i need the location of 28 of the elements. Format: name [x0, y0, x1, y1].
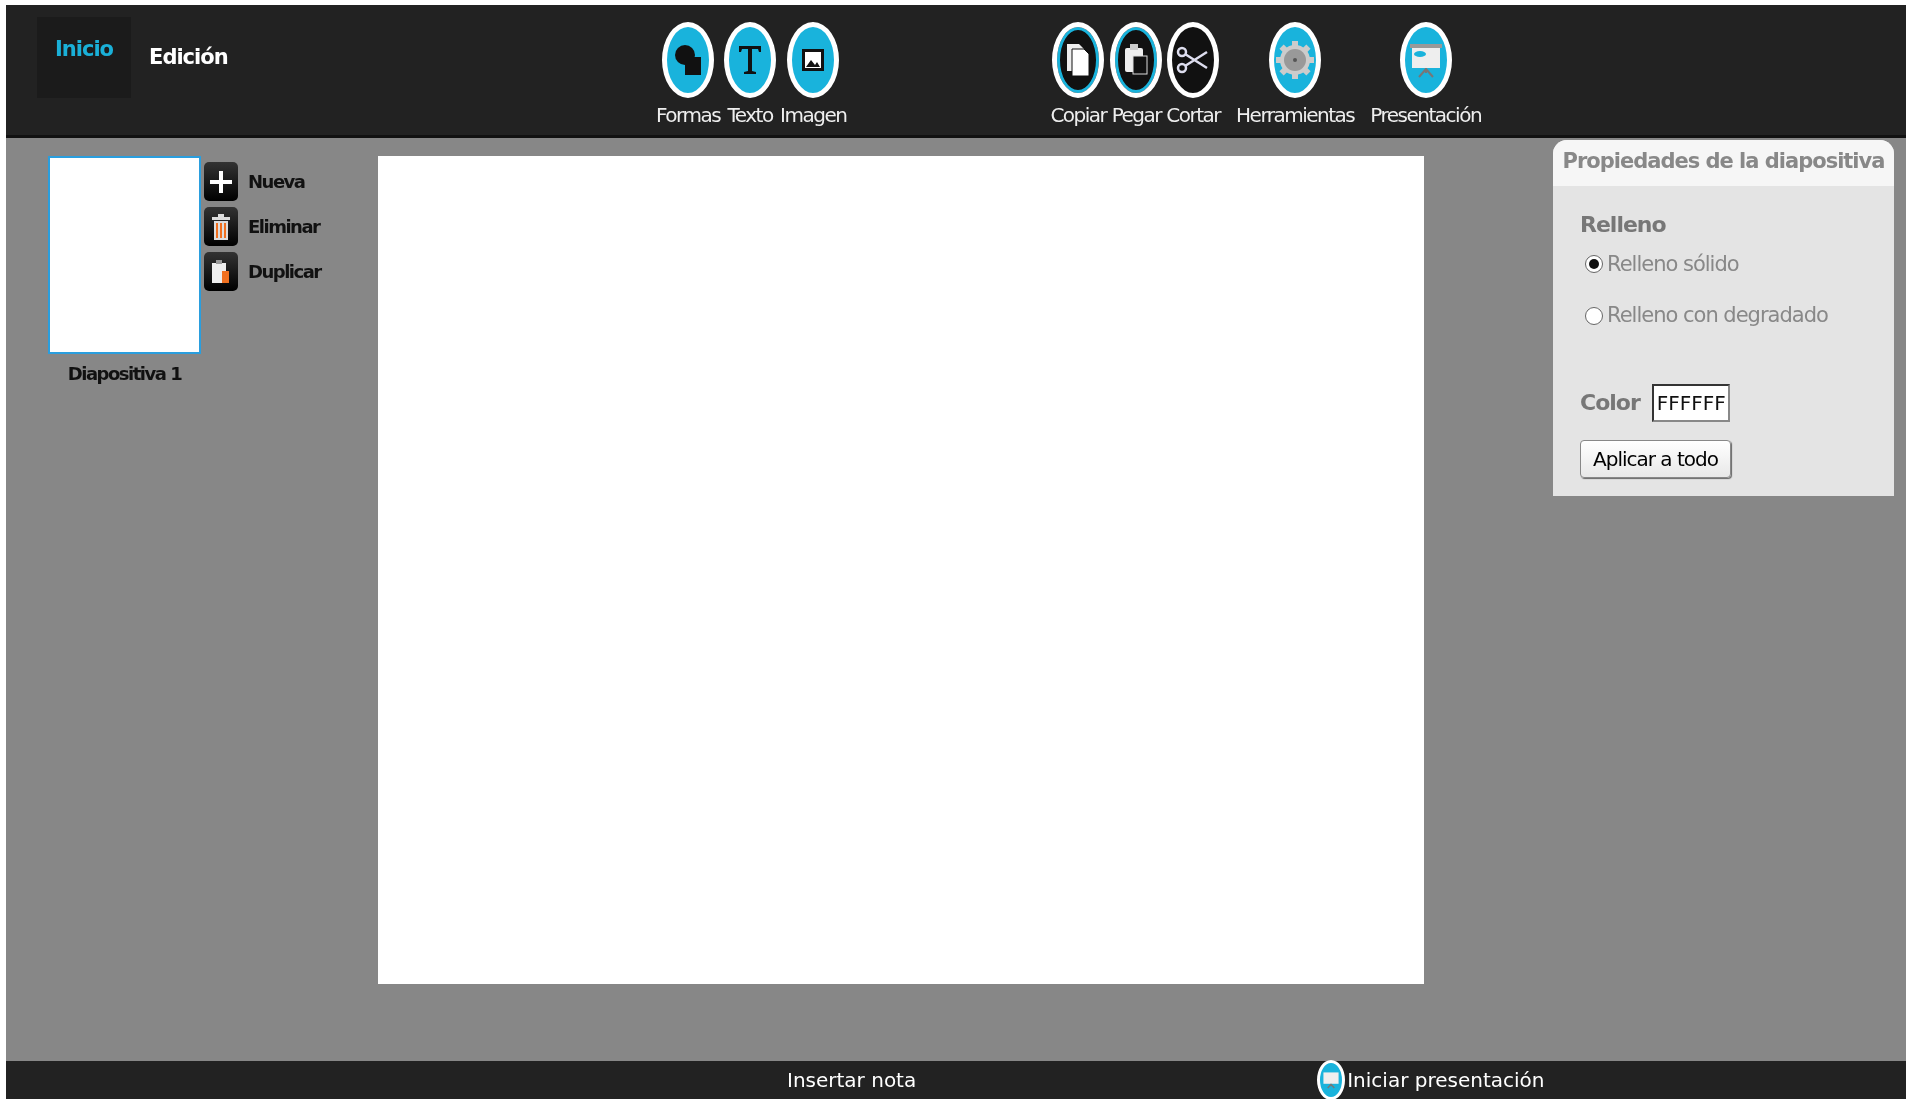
toolbar-button[interactable]: Imagen	[778, 22, 849, 130]
section-label: Relleno	[1580, 210, 1667, 239]
toolbar-button[interactable]: Presentación	[1368, 22, 1484, 130]
panel-title: Propiedades de la diapositiva	[1553, 140, 1894, 186]
action-label[interactable]: Eliminar	[248, 213, 320, 240]
insert-note-link[interactable]: Insertar nota	[781, 1064, 923, 1096]
plus-icon[interactable]	[204, 162, 238, 201]
radio-button[interactable]	[1585, 255, 1603, 274]
slide-thumbnail[interactable]	[48, 156, 201, 354]
toolbar-button[interactable]: Herramientas	[1234, 22, 1357, 130]
tab[interactable]: Inicio	[37, 17, 132, 98]
apply-button[interactable]: Aplicar a todo	[1580, 439, 1731, 478]
toolbar-button[interactable]: Pegar	[1108, 22, 1165, 130]
toolbar-button[interactable]: Formas	[654, 22, 723, 130]
clipboard-icon[interactable]	[204, 252, 238, 291]
action-label[interactable]: Duplicar	[248, 258, 321, 285]
color-field[interactable]: FFFFFF	[1651, 383, 1730, 422]
tab[interactable]: Edición	[131, 17, 246, 98]
slide-label: Diapositiva 1	[67, 362, 182, 386]
radio-button[interactable]	[1585, 306, 1603, 325]
trash-icon[interactable]	[204, 207, 238, 246]
toolbar-button[interactable]: Copiar	[1048, 22, 1109, 130]
action-label[interactable]: Nueva	[248, 168, 305, 195]
start-presentation-link[interactable]: Iniciar presentación	[1347, 1065, 1545, 1095]
toolbar-button[interactable]: Cortar	[1164, 22, 1223, 130]
projector-screen-icon	[1317, 1060, 1346, 1099]
field-label: Color	[1580, 389, 1640, 417]
toolbar-button[interactable]: Texto	[722, 22, 779, 130]
